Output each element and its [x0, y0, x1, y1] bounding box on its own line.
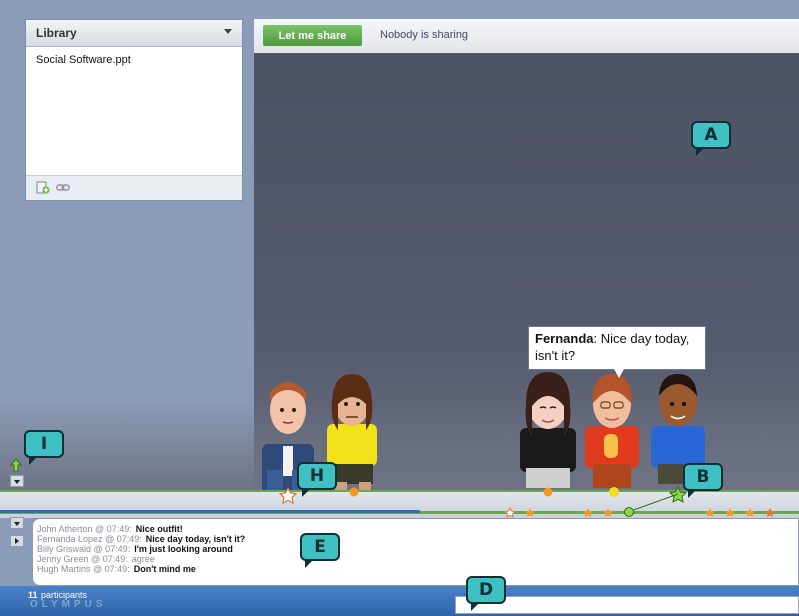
- callout-e: E: [300, 533, 340, 568]
- link-icon[interactable]: [56, 183, 70, 192]
- add-document-icon[interactable]: [36, 181, 50, 194]
- avatar-fernanda[interactable]: [585, 374, 639, 488]
- callout-d: D: [466, 576, 506, 611]
- callout-e-letter: E: [314, 537, 326, 557]
- chat-message: Billy Griswald @ 07:49: I'm just looking …: [37, 544, 233, 554]
- chat-text: Nice outfit!: [135, 524, 183, 534]
- callout-tail: [471, 602, 480, 611]
- star-marker-icon[interactable]: [278, 486, 298, 505]
- chat-time: 07:49: [116, 534, 140, 544]
- speech-bubble: Fernanda: Nice day today, isn't it?: [528, 326, 706, 370]
- callout-tail: [305, 559, 314, 568]
- share-bar: Let me share Nobody is sharing: [254, 19, 799, 54]
- sharing-status: Nobody is sharing: [380, 29, 469, 41]
- chevron-down-icon[interactable]: [224, 29, 232, 34]
- chat-text: Don't mind me: [133, 564, 196, 574]
- callout-d-letter: D: [478, 580, 494, 600]
- chat-message: Hugh Martins @ 07:49: Don't mind me: [37, 564, 196, 574]
- chevron-down-icon: [14, 480, 20, 484]
- event-marker-icon[interactable]: [349, 487, 359, 497]
- collapse-stage-button[interactable]: [10, 475, 24, 487]
- library-panel: Library Social Software.ppt: [25, 19, 243, 201]
- chat-time: 07:49: [105, 544, 128, 554]
- chat-text: Nice day today, isn't it?: [145, 534, 246, 544]
- callout-tail: [696, 147, 705, 156]
- chat-time: 07:49: [102, 554, 126, 564]
- chat-sender: John Atherton: [37, 524, 93, 534]
- chat-sender: Fernanda Lopez: [37, 534, 103, 544]
- event-marker-icon[interactable]: [609, 487, 619, 497]
- callout-b-letter: B: [696, 467, 710, 487]
- chat-text: agree: [131, 554, 155, 564]
- chat-text: I'm just looking around: [134, 544, 233, 554]
- chevron-down-icon: [14, 522, 20, 526]
- callout-a-letter: A: [704, 125, 718, 145]
- chat-message: John Atherton @ 07:49: Nice outfit!: [37, 524, 183, 534]
- chat-input[interactable]: [455, 596, 799, 614]
- chat-message: Fernanda Lopez @ 07:49: Nice day today, i…: [37, 534, 246, 544]
- library-header[interactable]: Library: [26, 20, 242, 47]
- library-footer: [26, 175, 242, 200]
- star-marker-icon[interactable]: [603, 508, 613, 517]
- speech-bubble-tail: [614, 369, 624, 378]
- chat-log[interactable]: John Atherton @ 07:49: Nice outfit! Ferna…: [32, 518, 799, 586]
- chat-sender: Billy Griswald: [37, 544, 92, 554]
- avatar-black-top[interactable]: [520, 372, 576, 488]
- chat-sender: Jenny Green: [37, 554, 89, 564]
- brand-logo: OLYMPUS: [30, 599, 107, 610]
- chevron-right-icon: [15, 538, 19, 544]
- library-title: Library: [36, 26, 77, 40]
- chat-message: Jenny Green @ 07:49: agree: [37, 554, 155, 564]
- star-marker-icon[interactable]: [583, 508, 593, 517]
- callout-tail: [688, 489, 697, 498]
- callout-h-letter: H: [309, 466, 325, 486]
- callout-i: I: [24, 430, 64, 465]
- star-marker-icon[interactable]: [725, 508, 735, 517]
- timeline-markers: [278, 485, 775, 518]
- library-file-item[interactable]: Social Software.ppt: [36, 54, 131, 66]
- chat-expand-button[interactable]: [10, 535, 24, 547]
- speech-speaker: Fernanda: [535, 331, 594, 346]
- callout-i-letter: I: [40, 434, 48, 454]
- avatar-up-icon[interactable]: [10, 458, 22, 472]
- callout-h: H: [297, 462, 337, 497]
- chat-collapse-button[interactable]: [10, 517, 24, 529]
- chat-time: 07:49: [104, 564, 128, 574]
- star-marker-icon[interactable]: [745, 508, 755, 517]
- star-marker-icon[interactable]: [525, 508, 535, 517]
- chat-time: 07:49: [106, 524, 130, 534]
- app-window: Library Social Software.ppt Let me share…: [0, 0, 799, 616]
- chat-sender: Hugh Martins: [37, 564, 91, 574]
- callout-b: B: [683, 463, 723, 498]
- star-marker-icon[interactable]: [765, 508, 775, 517]
- callout-tail: [29, 456, 38, 465]
- star-marker-icon[interactable]: [503, 506, 517, 518]
- link-line: [627, 493, 679, 513]
- callout-a: A: [691, 121, 731, 156]
- event-marker-icon[interactable]: [624, 507, 634, 517]
- let-me-share-button[interactable]: Let me share: [263, 25, 362, 46]
- event-marker-icon[interactable]: [543, 487, 553, 497]
- callout-tail: [302, 488, 311, 497]
- avatar-group: [262, 372, 705, 500]
- star-marker-icon[interactable]: [705, 508, 715, 517]
